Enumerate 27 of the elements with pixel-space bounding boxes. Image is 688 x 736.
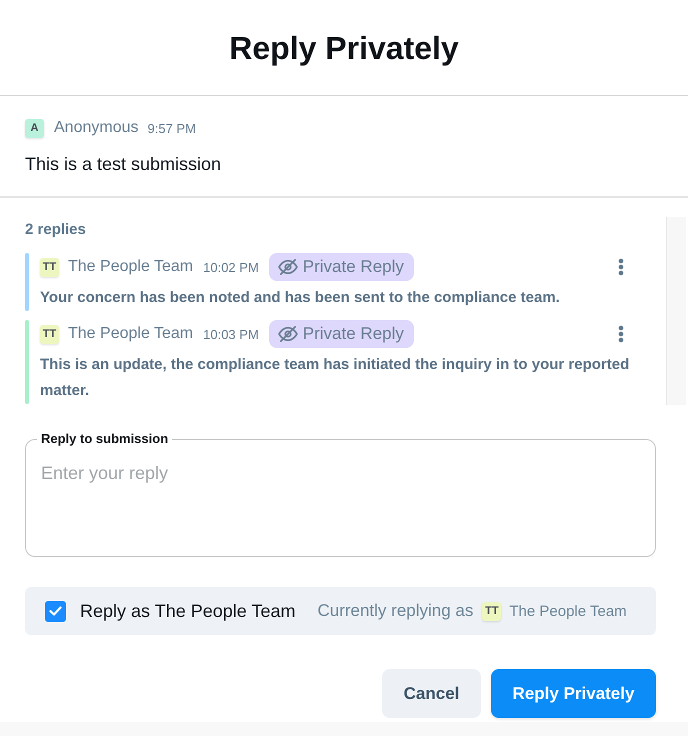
current-identity-label: Currently replying as: [317, 601, 474, 621]
author-name: The People Team: [68, 258, 194, 276]
reply-text: Your concern has been noted and has been sent to the compliance team.: [40, 288, 561, 308]
author-name: Anonymous: [54, 119, 138, 137]
avatar: A: [25, 118, 44, 138]
avatar: TT: [40, 258, 59, 276]
author-name: The People Team: [509, 602, 627, 620]
timestamp: 9:57 PM: [148, 120, 196, 136]
badge-label: Private Reply: [302, 257, 404, 277]
avatar: TT: [40, 324, 59, 344]
checkbox[interactable]: [45, 600, 66, 622]
reply-text: This is an update, the compliance team has initiated the inquiry in to your reported matter.: [40, 355, 630, 401]
timestamp: 10:02 PM: [203, 260, 259, 274]
checkmark-icon: [49, 606, 62, 616]
more-options-icon[interactable]: [618, 258, 624, 276]
timestamp: 10:03 PM: [203, 326, 259, 342]
avatar: TT: [482, 602, 502, 620]
cancel-button[interactable]: Cancel: [382, 669, 481, 718]
badge-label: Private Reply: [302, 324, 404, 344]
checkbox-label: Reply as The People Team: [80, 600, 296, 622]
replies-count: 2 replies: [25, 220, 87, 240]
dialog-title: Reply Privately: [229, 28, 459, 68]
eye-slash-icon: [278, 326, 298, 342]
eye-slash-icon: [278, 259, 298, 275]
submission-text: This is a test submission: [25, 153, 222, 176]
more-options-icon[interactable]: [618, 325, 624, 343]
author-name: The People Team: [68, 325, 194, 343]
